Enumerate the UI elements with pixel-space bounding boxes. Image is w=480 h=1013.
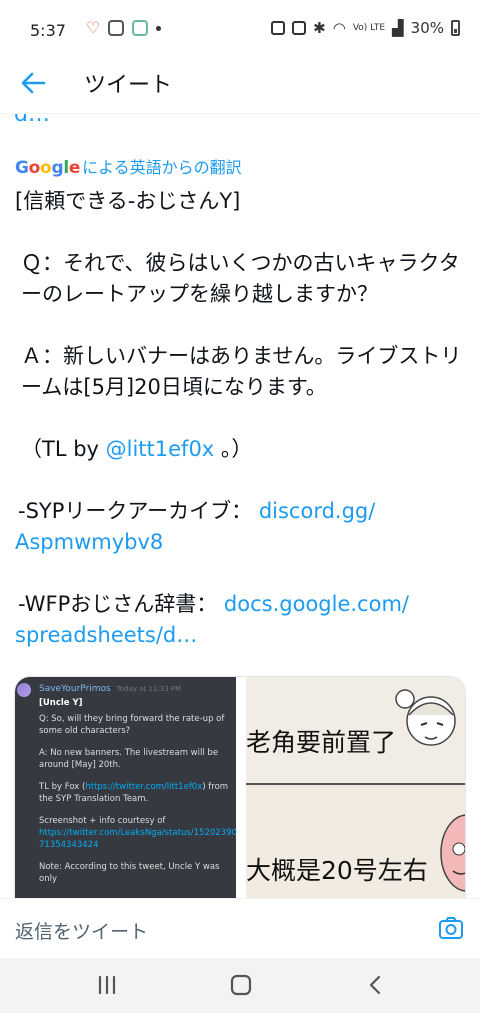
more-dot-icon — [156, 25, 162, 31]
battery-text: 30% — [410, 19, 444, 37]
signal-icon: ▟ — [392, 19, 404, 37]
discord-message: [Uncle Y] Q: So, will they bring forward… — [39, 698, 237, 884]
docs-link[interactable]: docs.google.com/ — [224, 592, 409, 616]
lte-icon: Vo) LTE — [352, 23, 386, 33]
bluetooth-icon: ✱ — [313, 19, 326, 37]
google-logo: Google — [15, 158, 81, 178]
status-time: 5:37 — [30, 21, 66, 40]
tweet-line: -WFPおじさん辞書： docs.google.com/ — [18, 592, 409, 616]
tweet-line: （TL by @litt1ef0x 。） — [21, 437, 253, 461]
shield-check-icon — [108, 20, 125, 36]
system-nav-bar — [0, 958, 480, 1013]
discord-username: SaveYourPrimos — [39, 684, 111, 694]
nav-back-icon[interactable] — [360, 972, 390, 998]
truncated-link[interactable]: d… — [14, 114, 50, 127]
status-bar: 5:37 ♡ ✱ ◠ Vo) LTE ▟ 30% — [0, 0, 480, 52]
discord-link-cont[interactable]: Aspmwmybv8 — [15, 530, 163, 554]
manga-panel-1: 老角要前置了 — [246, 677, 465, 785]
tweet-media[interactable]: SaveYourPrimos Today at 11:33 PM [Uncle Y… — [14, 676, 466, 898]
heart-icon: ♡ — [86, 18, 101, 37]
back-arrow-icon[interactable] — [18, 68, 48, 98]
mention-link[interactable]: @litt1ef0x — [106, 437, 215, 461]
home-icon[interactable] — [226, 972, 256, 998]
tweet-line: spreadsheets/d… — [15, 620, 470, 651]
discord-screenshot[interactable]: SaveYourPrimos Today at 11:33 PM [Uncle Y… — [15, 677, 237, 898]
chibi-face-icon — [440, 814, 465, 892]
notification-icons: ♡ — [86, 18, 162, 37]
discord-timestamp: Today at 11:33 PM — [116, 685, 182, 693]
app-header: ツイート — [0, 52, 480, 114]
system-status-icons: ✱ ◠ Vo) LTE ▟ 30% — [271, 19, 460, 37]
tweet-line: [信頼できる-おじさんY] — [15, 189, 241, 213]
app-notification-icon — [132, 20, 149, 36]
google-translate-attribution[interactable]: Google による英語からの翻訳 — [15, 154, 242, 178]
manga-panel-2: 大概是20号左右 — [246, 787, 465, 898]
avatar — [17, 683, 31, 697]
manga-image[interactable]: 老角要前置了 大概是20号左右 — [246, 677, 465, 898]
discord-link[interactable]: discord.gg/ — [259, 499, 376, 523]
manga-caption-1: 老角要前置了 — [246, 728, 397, 757]
tweet-line: Ｑ：それで、彼らはいくつかの古いキャラクターのレートアップを繰り越しますか？ — [21, 251, 460, 306]
docs-link-cont[interactable]: spreadsheets/d… — [15, 623, 197, 647]
camera-icon[interactable] — [438, 915, 464, 941]
manga-caption-2: 大概是20号左右 — [246, 856, 428, 885]
translation-label: による英語からの翻訳 — [82, 158, 242, 177]
chibi-face-icon — [395, 689, 456, 746]
tweet-line: Aspmwmybv8 — [15, 527, 470, 558]
tweet-line: -SYPリークアーカイブ： discord.gg/ — [18, 499, 376, 523]
battery-icon — [451, 20, 460, 36]
tweet-detail: d… Google による英語からの翻訳 [信頼できる-おじさんY] Ｑ：それで… — [0, 114, 480, 898]
wifi-icon: ◠ — [332, 19, 346, 37]
alarm-icon — [292, 21, 307, 35]
page-title: ツイート — [84, 73, 173, 98]
tweet-line: Ａ：新しいバナーはありません。ライブストリームは[5月]20日頃になります。 — [21, 344, 462, 399]
tweet-text: [信頼できる-おじさんY] Ｑ：それで、彼らはいくつかの古いキャラクターのレート… — [15, 186, 470, 651]
reply-bar: 返信をツイート — [0, 898, 480, 958]
reply-input[interactable]: 返信をツイート — [15, 917, 148, 944]
lock-icon — [271, 21, 286, 35]
recent-apps-icon[interactable] — [92, 972, 122, 998]
